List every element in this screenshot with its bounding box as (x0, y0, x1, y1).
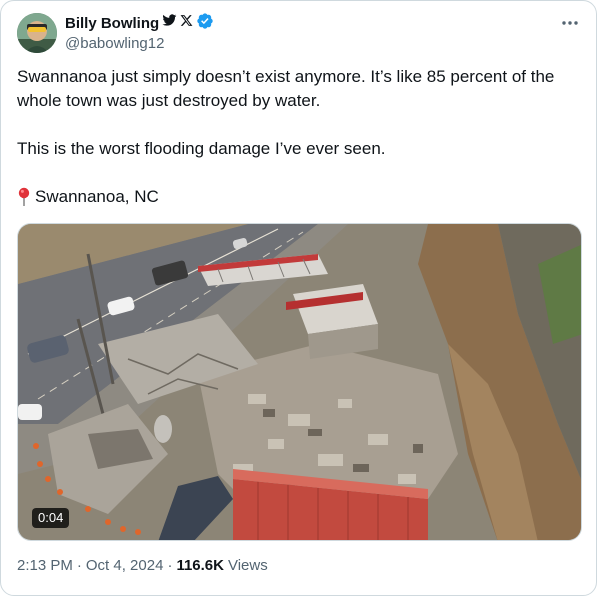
location-line: Swannanoa, NC (17, 185, 582, 209)
tweet-header: Billy Bowling @babowling12 (17, 12, 580, 57)
views-label: Views (227, 557, 268, 574)
twitter-bird-icon (162, 14, 177, 32)
x-logo-icon (180, 14, 193, 32)
video-duration-badge: 0:04 (32, 508, 70, 528)
tweet-meta: 2:13 PM · Oct 4, 2024 · 116.6K Views (17, 557, 268, 574)
tweet-date[interactable]: Oct 4, 2024 (86, 557, 164, 574)
ellipsis-icon (562, 21, 578, 25)
author-handle[interactable]: @babowling12 (65, 35, 214, 52)
views-count: 116.6K (176, 557, 224, 574)
location-text: Swannanoa, NC (35, 187, 159, 206)
flood-aerial-image (18, 224, 581, 540)
meta-separator: · (76, 557, 82, 574)
meta-separator: · (167, 557, 173, 574)
tweet-time[interactable]: 2:13 PM (17, 557, 73, 574)
tweet-paragraph: Swannanoa just simply doesn’t exist anym… (17, 67, 555, 110)
tweet-card: Billy Bowling @babowling12 Swannanoa jus… (0, 0, 597, 596)
more-options-button[interactable] (556, 11, 584, 35)
verified-badge-icon (196, 12, 214, 35)
round-pushpin-icon (18, 187, 30, 206)
video-player[interactable]: 0:04 (17, 223, 582, 541)
author-names: Billy Bowling @babowling12 (65, 12, 214, 52)
tweet-text: Swannanoa just simply doesn’t exist anym… (17, 65, 582, 209)
tweet-paragraph: This is the worst flooding damage I’ve e… (17, 139, 386, 158)
display-name[interactable]: Billy Bowling (65, 15, 159, 32)
avatar[interactable] (17, 13, 57, 53)
